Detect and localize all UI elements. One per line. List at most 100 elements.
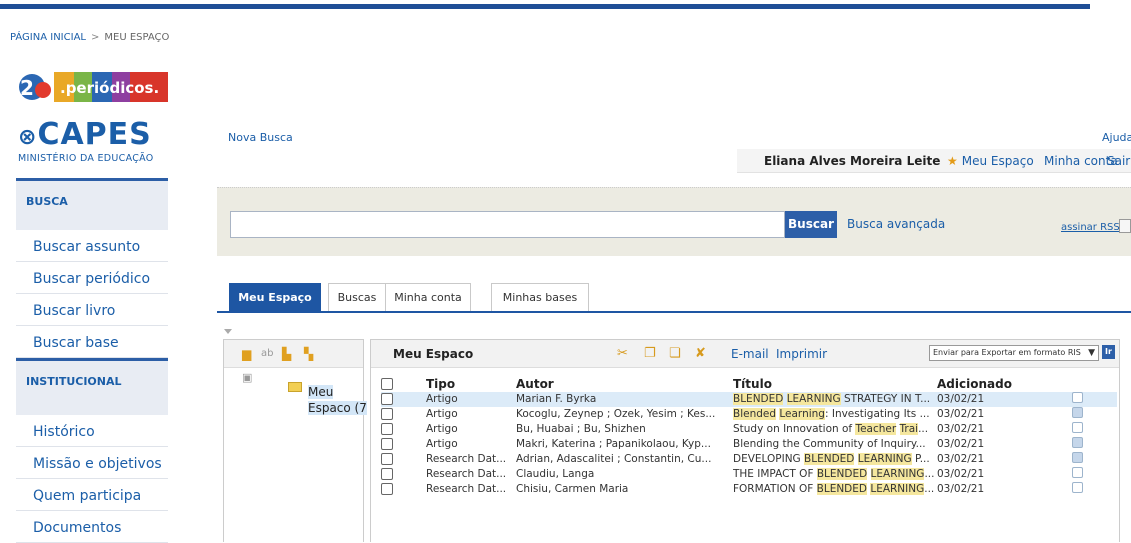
comment-icon[interactable] — [1072, 407, 1083, 418]
export-select-value: Enviar para Exportar em formato RIS — [933, 348, 1081, 357]
column-titulo[interactable]: Título — [733, 375, 937, 392]
titulo-highlight: BLENDED — [816, 468, 868, 480]
row-date: 03/02/21 — [937, 483, 985, 495]
row-titulo[interactable]: FORMATION OF BLENDED LEARNING... — [733, 482, 937, 497]
copy-folder-icon[interactable]: ▙ — [282, 347, 291, 361]
sidebar-item-buscar-base[interactable]: Buscar base — [16, 326, 168, 358]
sidebar-section-busca: BUSCA — [16, 178, 168, 230]
row-titulo[interactable]: DEVELOPING BLENDED LEARNING P... — [733, 452, 937, 467]
tab-underline — [217, 311, 1131, 313]
capes-title: CAPES — [37, 117, 152, 152]
rss-image-icon[interactable] — [1119, 219, 1131, 233]
user-bar: Eliana Alves Moreira Leite ★ Meu Espaço M… — [737, 149, 1131, 173]
new-folder-icon[interactable]: ▆ — [242, 347, 251, 361]
comment-icon[interactable] — [1072, 392, 1083, 403]
column-tipo[interactable]: Tipo — [426, 375, 516, 392]
select-all-checkbox[interactable] — [381, 378, 393, 390]
row-checkbox[interactable] — [381, 408, 393, 420]
ajuda-link[interactable]: Ajuda — [1102, 131, 1131, 144]
rss-subscribe-link[interactable]: assinar RSS — [1061, 222, 1120, 233]
copy-icon[interactable]: ❐ — [644, 346, 656, 361]
titulo-text: THE IMPACT OF — [733, 468, 817, 480]
sidebar-item-historico[interactable]: Histórico — [16, 415, 168, 447]
row-checkbox[interactable] — [381, 393, 393, 405]
row-autor: Claudiu, Langa — [516, 468, 595, 480]
row-titulo[interactable]: THE IMPACT OF BLENDED LEARNING... — [733, 467, 937, 482]
row-titulo[interactable]: Blending the Community of Inquiry... — [733, 437, 937, 452]
row-checkbox[interactable] — [381, 453, 393, 465]
search-input[interactable] — [230, 211, 785, 238]
breadcrumb-home-link[interactable]: PÁGINA INICIAL — [10, 32, 86, 43]
folder-label-line1: Meu — [308, 385, 334, 399]
delete-icon[interactable]: ✘ — [695, 346, 706, 361]
row-autor: Adrian, Adascalitei ; Constantin, Cu... — [516, 453, 712, 465]
row-titulo[interactable]: Study on Innovation of Teacher Trai... — [733, 422, 937, 437]
rename-folder-icon[interactable]: ab — [261, 348, 273, 359]
paste-icon[interactable]: ❏ — [669, 346, 681, 361]
sidebar-item-buscar-assunto[interactable]: Buscar assunto — [16, 230, 168, 262]
breadcrumb-separator: > — [90, 32, 100, 43]
collapse-triangle-icon[interactable] — [224, 329, 232, 334]
table-row[interactable]: Research Dat... Adrian, Adascalitei ; Con… — [381, 452, 1117, 467]
results-table: Tipo Autor Título Adicionado Artigo Maria… — [381, 375, 1117, 497]
tab-minha-conta[interactable]: Minha conta — [385, 283, 471, 311]
row-checkbox[interactable] — [381, 468, 393, 480]
tab-buscas[interactable]: Buscas — [328, 283, 385, 311]
row-titulo[interactable]: BLENDED LEARNING STRATEGY IN T... — [733, 392, 937, 407]
table-row[interactable]: Research Dat... Claudiu, Langa THE IMPACT … — [381, 467, 1117, 482]
row-autor: Makri, Katerina ; Papanikolaou, Kyp... — [516, 438, 711, 450]
row-date: 03/02/21 — [937, 438, 985, 450]
row-titulo[interactable]: Blended Learning: Investigating Its ... — [733, 407, 937, 422]
print-link[interactable]: Imprimir — [776, 347, 827, 361]
column-adicionado[interactable]: Adicionado — [937, 375, 1072, 392]
advanced-search-link[interactable]: Busca avançada — [847, 217, 945, 231]
comment-icon[interactable] — [1072, 467, 1083, 478]
folder-tree-pane: ▆ ab ▙ ▚ ▣ Meu Espaco (7 — [223, 339, 367, 542]
nova-busca-link[interactable]: Nova Busca — [228, 131, 293, 144]
email-link[interactable]: E-mail — [731, 347, 769, 361]
sidebar-item-documentos[interactable]: Documentos — [16, 511, 168, 543]
table-row[interactable]: Artigo Kocoglu, Zeynep ; Ozek, Yesim ; Ke… — [381, 407, 1117, 422]
tab-meu-espaco[interactable]: Meu Espaço — [229, 283, 321, 311]
table-header-row: Tipo Autor Título Adicionado — [381, 375, 1117, 392]
comment-icon[interactable] — [1072, 482, 1083, 493]
row-checkbox[interactable] — [381, 483, 393, 495]
comment-icon[interactable] — [1072, 422, 1083, 433]
titulo-highlight: BLENDED — [804, 453, 855, 465]
sidebar-item-buscar-periodico[interactable]: Buscar periódico — [16, 262, 168, 294]
periodicos-20-logo[interactable]: 2 .periódicos. — [16, 69, 168, 102]
titulo-highlight: Learning — [779, 408, 825, 420]
sidebar-item-buscar-livro[interactable]: Buscar livro — [16, 294, 168, 326]
comment-icon[interactable] — [1072, 452, 1083, 463]
row-autor: Chisiu, Carmen Maria — [516, 483, 629, 495]
row-checkbox[interactable] — [381, 423, 393, 435]
table-row[interactable]: Artigo Marian F. Byrka BLENDED LEARNING ST… — [381, 392, 1117, 407]
sidebar-item-missao[interactable]: Missão e objetivos — [16, 447, 168, 479]
export-go-button[interactable]: Ir — [1102, 345, 1115, 359]
folder-meu-espaco[interactable]: Meu Espaco (7 — [308, 384, 367, 416]
paste-folder-icon[interactable]: ▚ — [304, 347, 313, 361]
sidebar-item-quem-participa[interactable]: Quem participa — [16, 479, 168, 511]
sair-link[interactable]: Sair — [1107, 154, 1130, 168]
column-autor[interactable]: Autor — [516, 375, 733, 392]
cut-icon[interactable]: ✂ — [617, 346, 628, 361]
folder-icon — [288, 382, 302, 392]
row-checkbox[interactable] — [381, 438, 393, 450]
comment-icon[interactable] — [1072, 437, 1083, 448]
folder-label-line2: Espaco (7 — [308, 401, 367, 415]
row-tipo: Artigo — [426, 392, 516, 407]
table-row[interactable]: Artigo Makri, Katerina ; Papanikolaou, Ky… — [381, 437, 1117, 452]
search-button[interactable]: Buscar — [785, 211, 837, 238]
titulo-highlight: LEARNING — [870, 483, 925, 495]
table-row[interactable]: Artigo Bu, Huabai ; Bu, Shizhen Study on I… — [381, 422, 1117, 437]
tab-minhas-bases[interactable]: Minhas bases — [491, 283, 589, 311]
meu-espaco-link[interactable]: ★ Meu Espaço — [947, 154, 1034, 168]
row-autor: Kocoglu, Zeynep ; Ozek, Yesim ; Kes... — [516, 408, 716, 420]
breadcrumb: PÁGINA INICIAL > MEU ESPAÇO — [10, 32, 169, 43]
row-tipo: Research Dat... — [426, 468, 507, 480]
titulo-text: STRATEGY IN T... — [840, 393, 931, 405]
capes-logo[interactable]: ⊗CAPES MINISTÉRIO DA EDUCAÇÃO — [18, 117, 170, 165]
export-select[interactable]: Enviar para Exportar em formato RIS ▼ — [929, 345, 1099, 361]
table-row[interactable]: Research Dat... Chisiu, Carmen Maria FORMA… — [381, 482, 1117, 497]
titulo-highlight: BLENDED — [816, 483, 867, 495]
